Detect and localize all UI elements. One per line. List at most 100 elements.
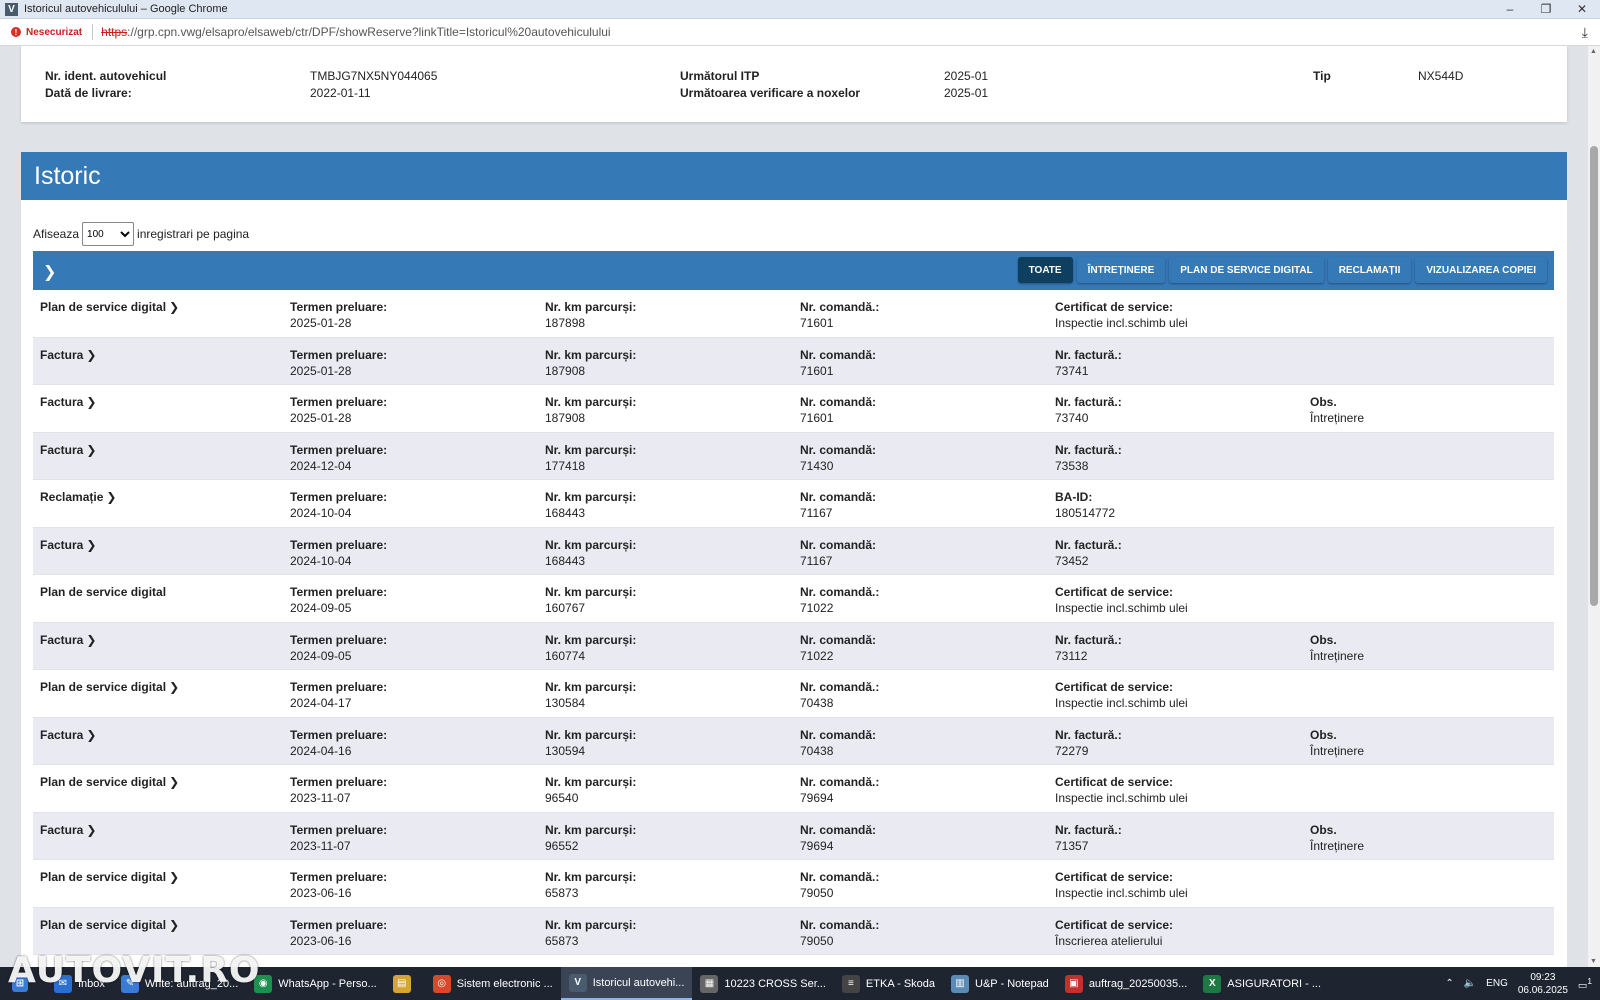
entry-type-link[interactable]: Plan de service digital ❯ [40, 679, 179, 695]
date-term-cell: Termen preluare: 2023-11-07 [290, 774, 387, 806]
taskbar-app[interactable]: ▣ auftrag_20250035... [1057, 967, 1195, 1000]
order-number-cell: Nr. comandă: 71167 [800, 537, 876, 569]
observations-value: Întreținere [1310, 411, 1365, 425]
date-term-value: 2024-09-05 [290, 601, 352, 615]
taskbar-app[interactable]: ◎ Sistem electronic ... [425, 967, 561, 1000]
url-protocol[interactable]: https [101, 25, 127, 39]
taskbar-app[interactable]: X ASIGURATORI - ... [1195, 967, 1329, 1000]
taskbar-app[interactable]: ≡ ETKA - Skoda [834, 967, 943, 1000]
detail-cell: BA-ID: 180514772 [1055, 489, 1115, 521]
filter-button[interactable]: PLAN DE SERVICE DIGITAL [1169, 257, 1324, 283]
chevron-right-icon: ❯ [169, 917, 180, 932]
entry-type-link[interactable]: Factura ❯ [40, 537, 96, 553]
detail-label: Nr. factură.: [1055, 632, 1122, 647]
date-term-cell: Termen preluare: 2025-01-28 [290, 299, 387, 331]
order-number-label: Nr. comandă.: [800, 917, 880, 932]
km-label: Nr. km parcurși: [545, 775, 637, 789]
entry-type: Plan de service digital [40, 300, 167, 314]
date-term-label: Termen preluare: [290, 490, 388, 504]
entry-type-link[interactable]: Plan de service digital ❯ [40, 869, 179, 885]
warning-icon[interactable]: ! [11, 27, 21, 37]
history-row: Plan de service digital ❯ Termen preluare:… [33, 670, 1554, 718]
taskbar-app[interactable]: ◉ WhatsApp - Perso... [246, 967, 384, 1000]
order-number-label: Nr. comandă: [800, 490, 877, 504]
detail-label: Certificat de service: [1055, 870, 1174, 884]
entry-type-link[interactable]: Plan de service digital [40, 584, 166, 600]
filter-button[interactable]: TOATE [1017, 257, 1073, 283]
security-label[interactable]: Nesecurizat [26, 27, 82, 38]
date-term-value: 2024-04-16 [290, 743, 352, 758]
address-bar[interactable]: ! Nesecurizat https://grp.cpn.vwg/elsapr… [0, 19, 1600, 46]
page-size-control: Afiseaza 100 inregistrari pe pagina [33, 222, 249, 246]
notifications-icon[interactable]: ▭1 [1578, 976, 1592, 991]
entry-type-link[interactable]: Factura ❯ [40, 822, 96, 838]
taskbar-app[interactable]: ▦ 10223 CROSS Ser... [692, 967, 834, 1000]
km-cell: Nr. km parcurși: 96540 [545, 774, 636, 806]
detail-value: Inspectie incl.schimb ulei [1055, 316, 1188, 330]
km-label: Nr. km parcurși: [545, 442, 637, 457]
date-term-cell: Termen preluare: 2025-01-28 [290, 347, 387, 379]
entry-type-link[interactable]: Factura ❯ [40, 442, 96, 458]
order-number-cell: Nr. comandă: 71601 [800, 394, 876, 426]
date-term-value: 2023-11-07 [290, 838, 351, 853]
close-button[interactable]: ✕ [1564, 0, 1600, 19]
date-term-label: Termen preluare: [290, 632, 388, 647]
detail-value: Inspectie incl.schimb ulei [1055, 886, 1188, 900]
chevron-right-icon: ❯ [86, 632, 97, 647]
scroll-up-icon[interactable]: ▲ [1590, 48, 1597, 55]
entry-type-link[interactable]: Plan de service digital ❯ [40, 774, 179, 790]
detail-cell: Nr. factură.: 71357 [1055, 822, 1122, 854]
minimize-button[interactable]: – [1492, 0, 1528, 19]
km-label: Nr. km parcurși: [545, 585, 637, 599]
app-icon: ▣ [1064, 974, 1083, 993]
per-page-suffix: inregistrari pe pagina [137, 227, 250, 241]
entry-type-link[interactable]: Plan de service digital ❯ [40, 917, 179, 933]
app-icon: V [568, 973, 587, 992]
url-text[interactable]: ://grp.cpn.vwg/elsapro/elsaweb/ctr/DPF/s… [127, 25, 610, 39]
history-row: Plan de service digital ❯ Termen preluare:… [33, 907, 1554, 955]
date-term-value: 2024-09-05 [290, 648, 352, 663]
chevron-up-icon[interactable]: ⌃ [1445, 978, 1453, 989]
observations-label: Obs. [1310, 632, 1337, 647]
scrollbar-thumb[interactable] [1590, 146, 1598, 606]
entry-type-link[interactable]: Plan de service digital ❯ [40, 299, 179, 315]
order-number-value: 71167 [800, 506, 833, 520]
entry-type-link[interactable]: Factura ❯ [40, 394, 96, 410]
observations-label: Obs. [1310, 822, 1337, 837]
filter-button[interactable]: ÎNTREȚINERE [1076, 257, 1166, 283]
detail-label: Nr. factură.: [1055, 442, 1122, 457]
taskbar-app[interactable]: V Istoricul autovehi... [560, 967, 693, 1000]
date-term-label: Termen preluare: [290, 395, 388, 409]
per-page-select[interactable]: 100 [82, 222, 135, 246]
entry-type: Plan de service digital [40, 680, 167, 694]
clock[interactable]: 09:23 06.06.2025 [1518, 971, 1568, 997]
scroll-down-icon[interactable]: ▼ [1590, 958, 1597, 965]
order-number-label: Nr. comandă: [800, 537, 877, 552]
window-title-bar: V Istoricul autovehiculului – Google Chr… [0, 0, 1600, 19]
entry-type-link[interactable]: Factura ❯ [40, 632, 96, 648]
entry-type-link[interactable]: Factura ❯ [40, 727, 96, 743]
watermark-logo: AUTOVIT.RO [8, 950, 261, 991]
language-indicator[interactable]: ENG [1486, 978, 1508, 989]
order-number-cell: Nr. comandă: 70438 [800, 727, 876, 759]
download-icon[interactable]: ⤓ [1582, 24, 1588, 41]
filter-button[interactable]: RECLAMAȚII [1327, 257, 1412, 283]
history-row: Factura ❯ Termen preluare: 2024-12-04 Nr. km… [33, 432, 1554, 480]
entry-type-link[interactable]: Factura ❯ [40, 347, 96, 363]
taskbar-app-label: Istoricul autovehi... [592, 976, 685, 989]
delivery-value: 2022-01-11 [310, 86, 371, 100]
filter-button[interactable]: VIZUALIZAREA COPIEI [1415, 257, 1547, 283]
chevron-right-icon: ❯ [169, 775, 180, 789]
km-value: 96540 [545, 791, 579, 805]
taskbar-app-label: U&P - Notepad [975, 977, 1049, 990]
taskbar-app[interactable]: ▤ [385, 967, 425, 1000]
detail-label: Nr. factură.: [1055, 395, 1122, 409]
detail-label: Certificat de service: [1055, 300, 1174, 314]
volume-icon[interactable]: 🔈 [1464, 978, 1476, 989]
expand-chevron-icon[interactable]: ❯ [43, 262, 56, 282]
vertical-scrollbar[interactable]: ▲ ▼ [1588, 46, 1600, 967]
taskbar-app[interactable]: ▥ U&P - Notepad [943, 967, 1057, 1000]
maximize-button[interactable]: ❐ [1528, 0, 1564, 19]
entry-type-link[interactable]: Reclamație ❯ [40, 489, 116, 505]
order-number-value: 71601 [800, 316, 834, 330]
